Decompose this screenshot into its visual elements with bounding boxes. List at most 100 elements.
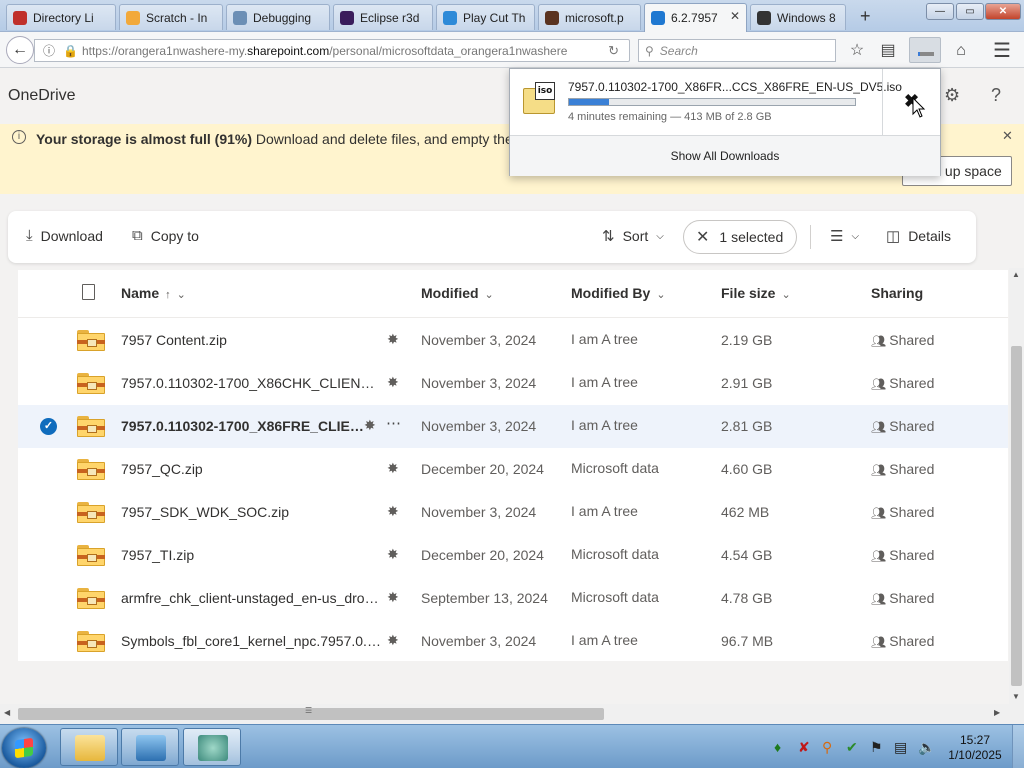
- file-sharing[interactable]: 👥︎ Shared: [871, 375, 934, 391]
- file-modified-by[interactable]: Microsoft data: [571, 546, 659, 562]
- file-sharing[interactable]: 👥︎ Shared: [871, 633, 934, 649]
- security-tray-icon[interactable]: ✘: [798, 739, 810, 756]
- file-name[interactable]: 7957.0.110302-1700_X86CHK_CLIENT_E...: [121, 375, 381, 391]
- download-item[interactable]: iso 7957.0.110302-1700_X86FR...CCS_X86FR…: [510, 69, 902, 135]
- flag-tray-icon[interactable]: ⚑: [870, 739, 883, 756]
- file-name[interactable]: armfre_chk_client-unstaged_en-us_drop_n.…: [121, 590, 381, 606]
- app-title[interactable]: OneDrive: [8, 87, 76, 105]
- file-modified-by[interactable]: I am A tree: [571, 417, 638, 433]
- sort-button[interactable]: ⇅ Sort ⌵: [602, 227, 664, 245]
- browser-tab[interactable]: Windows 8: [750, 4, 846, 30]
- pin-icon[interactable]: ✸: [387, 589, 399, 606]
- taskbar-browser[interactable]: [183, 728, 241, 766]
- maximize-button[interactable]: ▭: [956, 3, 984, 20]
- scrollbar-thumb[interactable]: [1011, 346, 1022, 686]
- pin-icon[interactable]: ✸: [387, 546, 399, 563]
- table-row[interactable]: 7957 Content.zip ✸ November 3, 2024 I am A …: [18, 319, 1008, 362]
- copy-to-button[interactable]: ⧉ Copy to: [132, 227, 199, 244]
- show-all-downloads-button[interactable]: Show All Downloads: [510, 135, 940, 176]
- address-bar[interactable]: ⓘ 🔒 https://orangera1nwashere-my. sharepo…: [34, 39, 630, 62]
- menu-icon[interactable]: ☰: [991, 40, 1013, 62]
- browser-tab[interactable]: Play Cut Th: [436, 4, 535, 30]
- bookmark-star-icon[interactable]: ☆: [846, 40, 868, 62]
- file-modified-by[interactable]: I am A tree: [571, 503, 638, 519]
- more-actions-icon[interactable]: ⋯: [386, 414, 401, 432]
- show-desktop-button[interactable]: [1012, 725, 1024, 768]
- file-modified-by[interactable]: I am A tree: [571, 331, 638, 347]
- close-tab-icon[interactable]: ✕: [730, 9, 740, 23]
- file-sharing[interactable]: 👥︎ Shared: [871, 461, 934, 477]
- system-clock[interactable]: 15:27 1/10/2025: [944, 733, 1006, 763]
- home-icon[interactable]: ⌂: [950, 40, 972, 62]
- file-sharing[interactable]: 👥︎ Shared: [871, 547, 934, 563]
- file-name[interactable]: Symbols_fbl_core1_kernel_npc.7957.0.110.…: [121, 633, 381, 649]
- search-input[interactable]: ⚲ Search: [638, 39, 836, 62]
- browser-tab[interactable]: Eclipse r3d: [333, 4, 433, 30]
- reload-icon[interactable]: ↻: [608, 43, 619, 59]
- pin-icon[interactable]: ✸: [387, 460, 399, 477]
- reading-list-icon[interactable]: ▤: [877, 40, 899, 62]
- column-header-name[interactable]: Name ↑ ⌄: [121, 285, 186, 301]
- clear-selection-icon[interactable]: ✕: [696, 227, 709, 247]
- file-name[interactable]: 7957_TI.zip: [121, 547, 381, 563]
- info-icon[interactable]: ⓘ: [43, 42, 55, 59]
- new-tab-button[interactable]: +: [860, 6, 871, 27]
- vertical-scrollbar[interactable]: ▲ ▼: [1009, 268, 1024, 704]
- browser-tab[interactable]: Scratch - In: [119, 4, 223, 30]
- volume-tray-icon[interactable]: 🔈: [918, 739, 935, 756]
- pin-icon[interactable]: ✸: [387, 503, 399, 520]
- browser-tab[interactable]: microsoft.p: [538, 4, 641, 30]
- column-header-modified[interactable]: Modified ⌄: [421, 285, 494, 301]
- file-name[interactable]: 7957_SDK_WDK_SOC.zip: [121, 504, 381, 520]
- minimize-button[interactable]: —: [926, 3, 954, 20]
- table-row[interactable]: 7957_SDK_WDK_SOC.zip ✸ November 3, 2024 I a…: [18, 491, 1008, 534]
- browser-tab[interactable]: Directory Li: [6, 4, 116, 30]
- taskbar-explorer[interactable]: [60, 728, 118, 766]
- pin-icon[interactable]: ✸: [387, 331, 399, 348]
- close-icon[interactable]: ✕: [1002, 128, 1013, 144]
- scroll-down-arrow-icon[interactable]: ▼: [1012, 692, 1020, 701]
- column-header-modified-by[interactable]: Modified By ⌄: [571, 285, 666, 301]
- file-modified-by[interactable]: Microsoft data: [571, 589, 659, 605]
- scroll-right-arrow-icon[interactable]: ▶: [994, 708, 1000, 717]
- file-sharing[interactable]: 👥︎ Shared: [871, 590, 934, 606]
- back-button[interactable]: ←: [6, 36, 34, 64]
- network-monitor-tray-icon[interactable]: ▤: [894, 739, 907, 756]
- close-window-button[interactable]: ✕: [985, 3, 1021, 20]
- taskbar-remote-desktop[interactable]: [121, 728, 179, 766]
- update-tray-icon[interactable]: ⚲: [822, 739, 832, 756]
- table-row[interactable]: armfre_chk_client-unstaged_en-us_drop_n.…: [18, 577, 1008, 620]
- pin-icon[interactable]: ✸: [364, 417, 376, 434]
- file-modified-by[interactable]: Microsoft data: [571, 460, 659, 476]
- browser-tab[interactable]: 6.2.7957 ✕: [644, 3, 747, 32]
- table-row[interactable]: ✓ 7957.0.110302-1700_X86FRE_CLIEN... ✸ ⋯ Nov…: [18, 405, 1008, 448]
- table-row[interactable]: 7957_QC.zip ✸ December 20, 2024 Microsoft d…: [18, 448, 1008, 491]
- file-sharing[interactable]: 👥︎ Shared: [871, 504, 934, 520]
- file-modified-by[interactable]: I am A tree: [571, 632, 638, 648]
- file-name[interactable]: 7957 Content.zip: [121, 332, 381, 348]
- file-sharing[interactable]: 👥︎ Shared: [871, 332, 934, 348]
- file-name[interactable]: 7957.0.110302-1700_X86FRE_CLIEN...: [121, 418, 371, 434]
- details-button[interactable]: ◫ Details: [886, 227, 951, 245]
- pin-icon[interactable]: ✸: [387, 374, 399, 391]
- horizontal-scrollbar[interactable]: ◀ ☰ ▶: [0, 704, 1024, 724]
- table-row[interactable]: 7957.0.110302-1700_X86CHK_CLIENT_E... ✸ No…: [18, 362, 1008, 405]
- downloads-button[interactable]: [909, 37, 941, 63]
- download-button[interactable]: ⤓ Download: [26, 227, 103, 244]
- table-row[interactable]: 7957_TI.zip ✸ December 20, 2024 Microsoft d…: [18, 534, 1008, 577]
- table-row[interactable]: Symbols_fbl_core1_kernel_npc.7957.0.110.…: [18, 620, 1008, 663]
- network-tray-icon[interactable]: ♦: [774, 739, 781, 755]
- settings-icon[interactable]: ⚙: [944, 85, 960, 106]
- scroll-left-arrow-icon[interactable]: ◀: [4, 708, 10, 717]
- view-options-button[interactable]: ☰ ⌵: [830, 227, 859, 245]
- column-header-sharing[interactable]: Sharing: [871, 285, 923, 301]
- pin-icon[interactable]: ✸: [387, 632, 399, 649]
- file-sharing[interactable]: 👥︎ Shared: [871, 418, 934, 434]
- column-header-file-size[interactable]: File size ⌄: [721, 285, 791, 301]
- help-icon[interactable]: ?: [991, 85, 1001, 106]
- start-button[interactable]: [2, 728, 46, 768]
- browser-tab[interactable]: Debugging: [226, 4, 330, 30]
- file-name[interactable]: 7957_QC.zip: [121, 461, 381, 477]
- selected-checkmark-icon[interactable]: ✓: [40, 418, 57, 435]
- file-modified-by[interactable]: I am A tree: [571, 374, 638, 390]
